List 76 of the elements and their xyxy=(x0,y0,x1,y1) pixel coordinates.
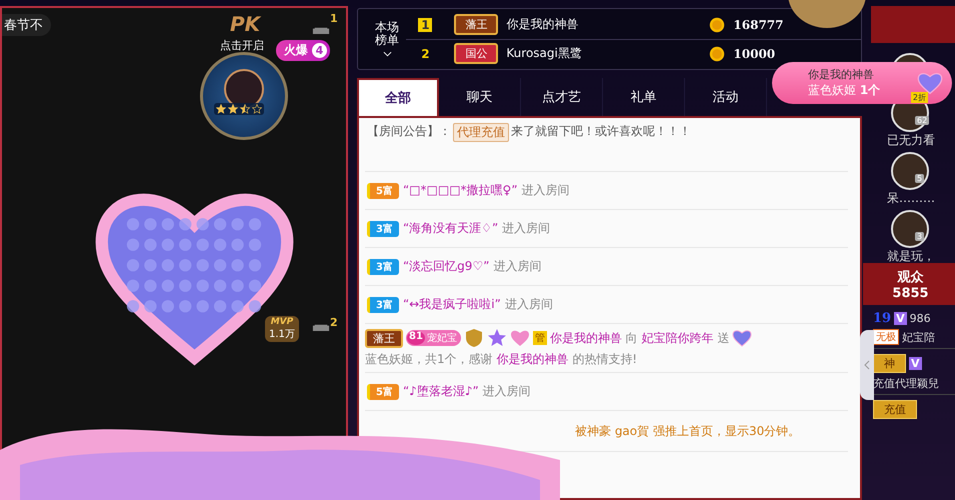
user-name[interactable]: “♪堕落老湿♪” xyxy=(402,383,479,400)
coin-amount: 168777 xyxy=(733,18,784,32)
title-badge: 充值 xyxy=(873,400,917,419)
enter-text: 进入房间 xyxy=(504,296,553,313)
banner-text: 春节不 xyxy=(2,14,51,36)
guardian-name: 呆……… xyxy=(887,190,936,207)
chat-tab[interactable]: 全部 xyxy=(357,78,439,116)
collapse-handle[interactable] xyxy=(860,330,874,400)
coin-icon xyxy=(709,46,726,62)
gift-message-text: 你是我的神兽 向 妃宝陪你跨年 送 xyxy=(550,330,730,346)
user-name[interactable]: “↔我是疯子啦啦i” xyxy=(402,296,501,313)
wealth-badge: 5富 xyxy=(367,384,399,400)
star-icon xyxy=(228,104,238,114)
seat-number: 1 xyxy=(330,12,338,25)
audience-count: 5855 xyxy=(892,286,929,300)
guardian-badge: 62 xyxy=(915,116,930,125)
title-badge: 神 xyxy=(873,354,906,373)
discount-badge: 2折 xyxy=(910,92,928,103)
enter-text: 进入房间 xyxy=(493,258,542,275)
rank-number: 2 xyxy=(420,46,431,60)
notice-label: 【房间公告】： xyxy=(367,123,451,140)
avatar[interactable] xyxy=(891,210,929,248)
notice-tag: 代理充值 xyxy=(453,123,509,142)
wealth-badge: 3富 xyxy=(367,296,399,312)
user-name[interactable]: “淡忘回忆g9♡” xyxy=(402,258,490,275)
chevron-down-icon[interactable] xyxy=(382,51,392,57)
rank-number: 1 xyxy=(418,18,432,32)
enter-text: 进入房间 xyxy=(522,182,570,199)
title-badge: 藩王 xyxy=(365,328,403,348)
enter-text: 进入房间 xyxy=(502,220,550,237)
star-icon xyxy=(240,104,250,114)
wealth-badge: 3富 xyxy=(367,258,399,274)
coin-icon xyxy=(709,16,726,32)
star-icon xyxy=(486,328,507,348)
guardian-name: 就是玩， xyxy=(887,248,936,265)
enter-text: 进入房间 xyxy=(482,383,531,400)
vip-badge: V xyxy=(894,312,907,325)
ranking-label: 本场榜单 xyxy=(374,21,400,47)
title-badge: 国公 xyxy=(454,43,498,64)
gift-heart-icon xyxy=(732,328,752,348)
hot-badge: 火爆 4 xyxy=(276,40,330,61)
guardian-badge: 5 xyxy=(915,174,924,183)
pk-hint[interactable]: 点击开启 xyxy=(220,38,264,53)
user-level: 19 xyxy=(873,311,892,326)
guardian-name: 已无力看 xyxy=(887,132,936,149)
gift-message-text: 蓝色妖姬，共1个，感谢 你是我的神兽 的热情支持! xyxy=(365,351,638,368)
notice-text: 来了就留下吧！或许喜欢呢！！！ xyxy=(511,123,691,140)
rank-badge: 无极 xyxy=(873,329,899,345)
user-name[interactable]: Kurosagi黑鹭 xyxy=(506,45,702,62)
coin-amount: 10000 xyxy=(733,46,776,60)
fan-badge: 81 宠妃宝 xyxy=(406,330,461,346)
pk-label[interactable]: PK xyxy=(230,12,260,36)
avatar[interactable] xyxy=(891,152,929,190)
toast-sender: 你是我的神兽 xyxy=(808,67,874,82)
user-name[interactable]: 你是我的神兽 xyxy=(506,16,702,33)
vip-badge: V xyxy=(909,357,922,370)
toast-gift: 蓝色妖姬 1个 xyxy=(808,82,880,99)
audience-label: 观众 xyxy=(898,268,924,286)
seat-number: 2 xyxy=(330,316,338,329)
star-icon xyxy=(252,104,262,114)
viewer-name[interactable]: 充值代理颖兒 xyxy=(873,376,939,391)
wealth-badge: 5富 xyxy=(367,182,399,198)
user-name[interactable]: “海角没有天涯♢” xyxy=(402,220,498,237)
title-badge: 藩王 xyxy=(454,14,498,35)
guardian-badge: 3 xyxy=(915,232,924,241)
push-message-text: 被神豪 gao賀 强推上首页，显示30分钟。 xyxy=(575,422,800,440)
shield-icon xyxy=(464,328,484,348)
wealth-badge: 3富 xyxy=(367,220,399,236)
star-icon xyxy=(216,104,226,114)
admin-badge: 管 xyxy=(532,331,547,345)
heart-icon xyxy=(510,328,530,348)
user-name[interactable]: “□*□□□*撒拉嘿♀” xyxy=(402,182,518,199)
chevron-left-icon xyxy=(864,360,870,370)
user-id: 986 xyxy=(910,312,931,325)
mvp-badge: MVP 1.1万 xyxy=(265,316,299,342)
viewer-name[interactable]: 妃宝陪 xyxy=(902,330,935,344)
